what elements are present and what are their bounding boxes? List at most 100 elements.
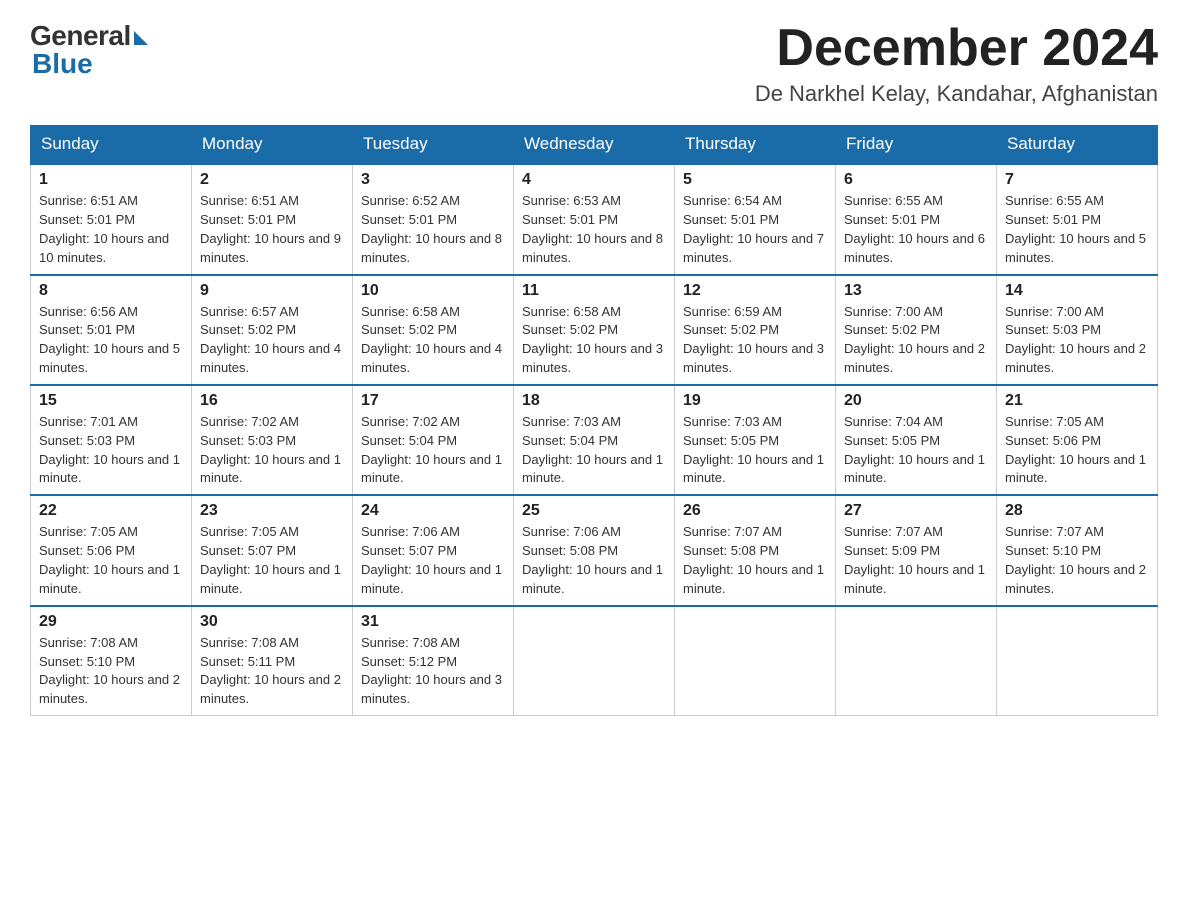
page-header: General Blue December 2024 De Narkhel Ke… (30, 20, 1158, 107)
day-number: 10 (361, 282, 505, 300)
day-info: Sunrise: 7:03 AMSunset: 5:04 PMDaylight:… (522, 414, 663, 486)
day-info: Sunrise: 7:02 AMSunset: 5:03 PMDaylight:… (200, 414, 341, 486)
day-info: Sunrise: 7:00 AMSunset: 5:03 PMDaylight:… (1005, 304, 1146, 376)
day-number: 9 (200, 282, 344, 300)
calendar-cell: 25 Sunrise: 7:06 AMSunset: 5:08 PMDaylig… (514, 495, 675, 605)
day-number: 30 (200, 613, 344, 631)
day-info: Sunrise: 6:55 AMSunset: 5:01 PMDaylight:… (844, 193, 985, 265)
day-info: Sunrise: 7:08 AMSunset: 5:12 PMDaylight:… (361, 635, 502, 707)
day-number: 13 (844, 282, 988, 300)
day-info: Sunrise: 7:08 AMSunset: 5:10 PMDaylight:… (39, 635, 180, 707)
calendar-cell: 7 Sunrise: 6:55 AMSunset: 5:01 PMDayligh… (997, 164, 1158, 275)
day-info: Sunrise: 7:05 AMSunset: 5:06 PMDaylight:… (1005, 414, 1146, 486)
calendar-cell: 17 Sunrise: 7:02 AMSunset: 5:04 PMDaylig… (353, 385, 514, 495)
day-number: 4 (522, 171, 666, 189)
logo: General Blue (30, 20, 148, 80)
header-monday: Monday (192, 126, 353, 164)
calendar-cell (836, 606, 997, 716)
day-number: 12 (683, 282, 827, 300)
calendar-cell: 6 Sunrise: 6:55 AMSunset: 5:01 PMDayligh… (836, 164, 997, 275)
day-info: Sunrise: 7:05 AMSunset: 5:06 PMDaylight:… (39, 524, 180, 596)
day-number: 14 (1005, 282, 1149, 300)
day-info: Sunrise: 7:04 AMSunset: 5:05 PMDaylight:… (844, 414, 985, 486)
day-number: 19 (683, 392, 827, 410)
day-number: 27 (844, 502, 988, 520)
day-info: Sunrise: 6:55 AMSunset: 5:01 PMDaylight:… (1005, 193, 1146, 265)
calendar-week-2: 8 Sunrise: 6:56 AMSunset: 5:01 PMDayligh… (31, 275, 1158, 385)
calendar-cell (514, 606, 675, 716)
header-sunday: Sunday (31, 126, 192, 164)
calendar-cell: 4 Sunrise: 6:53 AMSunset: 5:01 PMDayligh… (514, 164, 675, 275)
day-number: 16 (200, 392, 344, 410)
day-number: 26 (683, 502, 827, 520)
calendar-cell: 16 Sunrise: 7:02 AMSunset: 5:03 PMDaylig… (192, 385, 353, 495)
logo-triangle-icon (134, 31, 148, 45)
location-title: De Narkhel Kelay, Kandahar, Afghanistan (755, 81, 1158, 107)
calendar-cell: 15 Sunrise: 7:01 AMSunset: 5:03 PMDaylig… (31, 385, 192, 495)
calendar-cell: 28 Sunrise: 7:07 AMSunset: 5:10 PMDaylig… (997, 495, 1158, 605)
header-tuesday: Tuesday (353, 126, 514, 164)
day-number: 6 (844, 171, 988, 189)
day-info: Sunrise: 6:52 AMSunset: 5:01 PMDaylight:… (361, 193, 502, 265)
calendar-cell: 30 Sunrise: 7:08 AMSunset: 5:11 PMDaylig… (192, 606, 353, 716)
day-number: 8 (39, 282, 183, 300)
calendar-cell: 31 Sunrise: 7:08 AMSunset: 5:12 PMDaylig… (353, 606, 514, 716)
calendar-week-4: 22 Sunrise: 7:05 AMSunset: 5:06 PMDaylig… (31, 495, 1158, 605)
calendar-cell: 24 Sunrise: 7:06 AMSunset: 5:07 PMDaylig… (353, 495, 514, 605)
calendar-cell: 14 Sunrise: 7:00 AMSunset: 5:03 PMDaylig… (997, 275, 1158, 385)
calendar-cell (675, 606, 836, 716)
day-info: Sunrise: 7:07 AMSunset: 5:09 PMDaylight:… (844, 524, 985, 596)
day-number: 11 (522, 282, 666, 300)
calendar-cell: 19 Sunrise: 7:03 AMSunset: 5:05 PMDaylig… (675, 385, 836, 495)
calendar-week-3: 15 Sunrise: 7:01 AMSunset: 5:03 PMDaylig… (31, 385, 1158, 495)
calendar-cell: 10 Sunrise: 6:58 AMSunset: 5:02 PMDaylig… (353, 275, 514, 385)
calendar-cell: 18 Sunrise: 7:03 AMSunset: 5:04 PMDaylig… (514, 385, 675, 495)
day-number: 1 (39, 171, 183, 189)
header-wednesday: Wednesday (514, 126, 675, 164)
calendar-cell: 21 Sunrise: 7:05 AMSunset: 5:06 PMDaylig… (997, 385, 1158, 495)
day-number: 18 (522, 392, 666, 410)
day-number: 31 (361, 613, 505, 631)
day-info: Sunrise: 6:58 AMSunset: 5:02 PMDaylight:… (522, 304, 663, 376)
header-thursday: Thursday (675, 126, 836, 164)
day-info: Sunrise: 6:56 AMSunset: 5:01 PMDaylight:… (39, 304, 180, 376)
day-number: 28 (1005, 502, 1149, 520)
day-number: 17 (361, 392, 505, 410)
calendar-cell: 2 Sunrise: 6:51 AMSunset: 5:01 PMDayligh… (192, 164, 353, 275)
calendar-cell: 29 Sunrise: 7:08 AMSunset: 5:10 PMDaylig… (31, 606, 192, 716)
calendar-cell: 22 Sunrise: 7:05 AMSunset: 5:06 PMDaylig… (31, 495, 192, 605)
calendar-table: SundayMondayTuesdayWednesdayThursdayFrid… (30, 125, 1158, 716)
day-info: Sunrise: 6:53 AMSunset: 5:01 PMDaylight:… (522, 193, 663, 265)
calendar-cell: 23 Sunrise: 7:05 AMSunset: 5:07 PMDaylig… (192, 495, 353, 605)
day-info: Sunrise: 6:57 AMSunset: 5:02 PMDaylight:… (200, 304, 341, 376)
day-number: 20 (844, 392, 988, 410)
day-number: 21 (1005, 392, 1149, 410)
day-info: Sunrise: 6:59 AMSunset: 5:02 PMDaylight:… (683, 304, 824, 376)
day-info: Sunrise: 7:02 AMSunset: 5:04 PMDaylight:… (361, 414, 502, 486)
logo-blue-text: Blue (30, 48, 93, 80)
day-info: Sunrise: 7:06 AMSunset: 5:07 PMDaylight:… (361, 524, 502, 596)
header-saturday: Saturday (997, 126, 1158, 164)
day-info: Sunrise: 7:06 AMSunset: 5:08 PMDaylight:… (522, 524, 663, 596)
day-number: 7 (1005, 171, 1149, 189)
day-info: Sunrise: 6:58 AMSunset: 5:02 PMDaylight:… (361, 304, 502, 376)
day-number: 25 (522, 502, 666, 520)
day-number: 23 (200, 502, 344, 520)
calendar-week-5: 29 Sunrise: 7:08 AMSunset: 5:10 PMDaylig… (31, 606, 1158, 716)
day-info: Sunrise: 6:51 AMSunset: 5:01 PMDaylight:… (200, 193, 341, 265)
header-friday: Friday (836, 126, 997, 164)
calendar-cell: 1 Sunrise: 6:51 AMSunset: 5:01 PMDayligh… (31, 164, 192, 275)
calendar-cell: 9 Sunrise: 6:57 AMSunset: 5:02 PMDayligh… (192, 275, 353, 385)
title-section: December 2024 De Narkhel Kelay, Kandahar… (755, 20, 1158, 107)
calendar-cell: 26 Sunrise: 7:07 AMSunset: 5:08 PMDaylig… (675, 495, 836, 605)
day-number: 2 (200, 171, 344, 189)
calendar-cell: 8 Sunrise: 6:56 AMSunset: 5:01 PMDayligh… (31, 275, 192, 385)
calendar-cell: 13 Sunrise: 7:00 AMSunset: 5:02 PMDaylig… (836, 275, 997, 385)
day-info: Sunrise: 7:01 AMSunset: 5:03 PMDaylight:… (39, 414, 180, 486)
calendar-header-row: SundayMondayTuesdayWednesdayThursdayFrid… (31, 126, 1158, 164)
day-number: 5 (683, 171, 827, 189)
day-info: Sunrise: 7:07 AMSunset: 5:10 PMDaylight:… (1005, 524, 1146, 596)
calendar-cell: 11 Sunrise: 6:58 AMSunset: 5:02 PMDaylig… (514, 275, 675, 385)
day-number: 29 (39, 613, 183, 631)
day-info: Sunrise: 7:05 AMSunset: 5:07 PMDaylight:… (200, 524, 341, 596)
